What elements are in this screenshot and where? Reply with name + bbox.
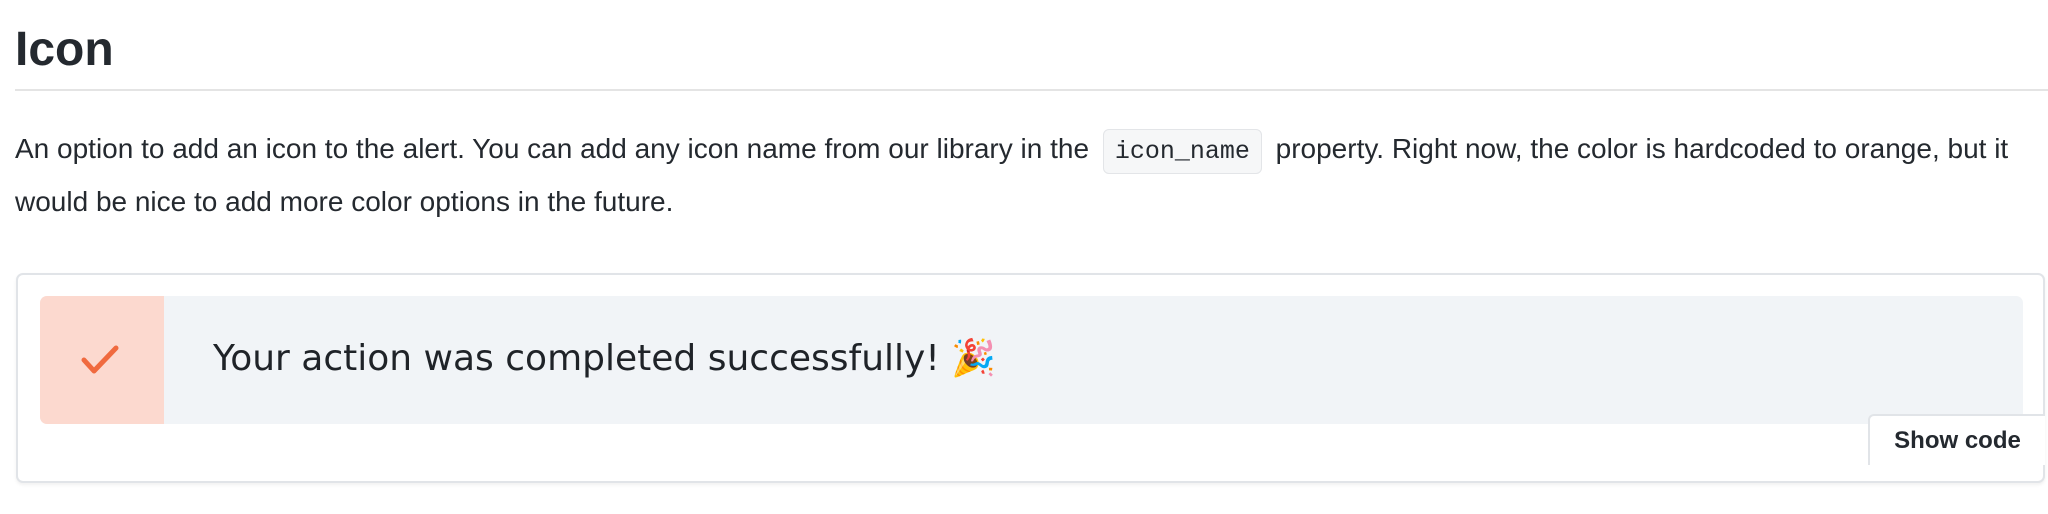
- alert: Your action was completed successfully! …: [40, 296, 2023, 424]
- alert-icon-area: [40, 296, 164, 424]
- alert-message: Your action was completed successfully! …: [213, 338, 997, 379]
- show-code-button[interactable]: Show code: [1868, 414, 2045, 465]
- description-text-start: An option to add an icon to the alert. Y…: [15, 133, 1090, 164]
- page: Icon An option to add an icon to the ale…: [0, 0, 2048, 514]
- inline-code: icon_name: [1102, 129, 1262, 174]
- section-description: An option to add an icon to the alert. Y…: [15, 124, 2025, 227]
- heading-divider: [15, 89, 2048, 91]
- checkmark-icon: [81, 345, 119, 374]
- section-heading: Icon: [15, 23, 114, 76]
- example-container: Your action was completed successfully! …: [16, 273, 2045, 483]
